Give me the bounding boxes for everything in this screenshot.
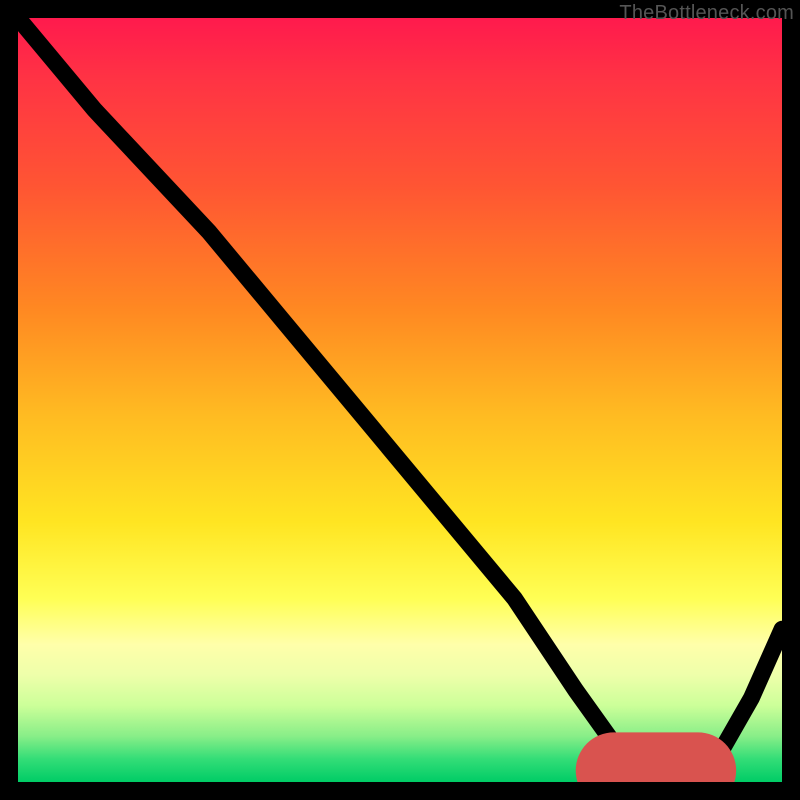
- watermark-text: TheBottleneck.com: [619, 2, 794, 25]
- plot-area: [18, 18, 782, 782]
- bottleneck-curve: [18, 18, 782, 774]
- chart-container: TheBottleneck.com: [0, 0, 800, 800]
- chart-svg: [18, 18, 782, 782]
